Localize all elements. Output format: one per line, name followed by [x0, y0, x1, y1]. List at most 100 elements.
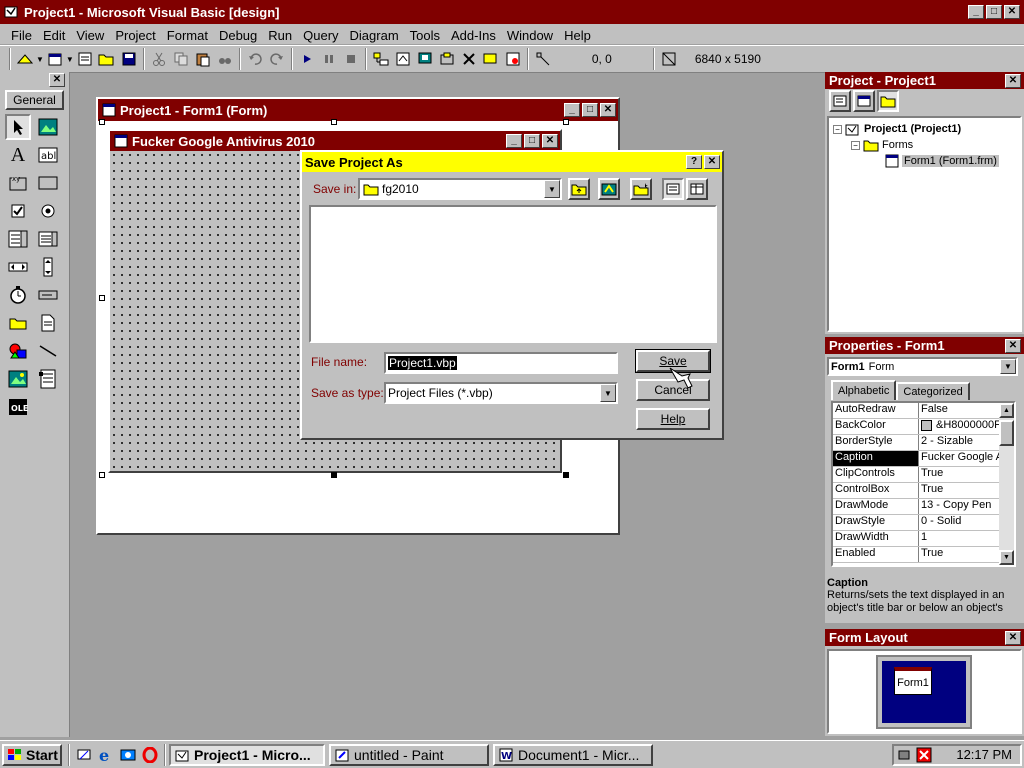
- hscrollbar-tool-icon[interactable]: [5, 254, 31, 280]
- undo-icon[interactable]: [244, 48, 266, 70]
- property-row-drawwidth[interactable]: DrawWidth 1: [833, 531, 1001, 547]
- app-minimize-button[interactable]: _: [968, 5, 984, 19]
- property-row-drawstyle[interactable]: DrawStyle 0 - Solid: [833, 515, 1001, 531]
- properties-scrollbar[interactable]: ▲ ▼: [999, 403, 1014, 565]
- optionbutton-tool-icon[interactable]: [35, 198, 61, 224]
- menu-editor-icon[interactable]: [74, 48, 96, 70]
- redo-icon[interactable]: [266, 48, 288, 70]
- tree-item-forms[interactable]: − Forms: [851, 138, 913, 152]
- menu-edit[interactable]: Edit: [38, 28, 71, 43]
- menu-run[interactable]: Run: [263, 28, 298, 43]
- image-tool-icon[interactable]: [5, 366, 31, 392]
- sizing-handle-top-right[interactable]: [563, 119, 569, 125]
- scroll-down-icon[interactable]: ▼: [999, 550, 1014, 565]
- tree-forms-collapse-icon[interactable]: −: [851, 140, 860, 150]
- tab-alphabetic[interactable]: Alphabetic: [831, 380, 897, 400]
- property-value[interactable]: Fucker Google A: [919, 451, 1001, 466]
- create-new-folder-icon[interactable]: [630, 178, 652, 200]
- sizing-handle-middle-left[interactable]: [99, 295, 105, 301]
- combobox-tool-icon[interactable]: [5, 226, 31, 252]
- internet-explorer-icon[interactable]: e: [95, 744, 117, 766]
- paste-icon[interactable]: [192, 48, 214, 70]
- app-maximize-button[interactable]: □: [986, 5, 1002, 19]
- view-object-icon[interactable]: [853, 90, 875, 112]
- tray-antivirus-icon[interactable]: [916, 747, 932, 763]
- menu-tools[interactable]: Tools: [405, 28, 446, 43]
- app-close-button[interactable]: ✕: [1004, 5, 1020, 19]
- tray-network-icon[interactable]: [898, 748, 914, 762]
- save-dialog-title-bar[interactable]: Save Project As ? ✕: [302, 152, 722, 172]
- form-designer-maximize-button[interactable]: □: [582, 103, 598, 117]
- label-tool-icon[interactable]: A: [5, 142, 31, 168]
- menu-help[interactable]: Help: [559, 28, 597, 43]
- sizing-handle-top-center[interactable]: [331, 119, 337, 125]
- visual-component-manager-icon[interactable]: [502, 48, 524, 70]
- add-form-dropdown-icon[interactable]: ▼: [66, 55, 74, 64]
- tab-categorized[interactable]: Categorized: [896, 382, 970, 400]
- properties-title-bar[interactable]: Properties - Form1 ✕: [825, 337, 1024, 354]
- property-value[interactable]: 13 - Copy Pen: [919, 499, 1001, 514]
- property-value[interactable]: 0 - Solid: [919, 515, 1001, 530]
- vscrollbar-tool-icon[interactable]: [35, 254, 61, 280]
- menu-format[interactable]: Format: [162, 28, 214, 43]
- property-value[interactable]: True: [919, 467, 1001, 482]
- form-layout-title-bar[interactable]: Form Layout ✕: [825, 629, 1024, 646]
- menu-query[interactable]: Query: [298, 28, 344, 43]
- properties-close-button[interactable]: ✕: [1005, 338, 1021, 353]
- sizing-handle-top-left[interactable]: [99, 119, 105, 125]
- property-row-autoredraw[interactable]: AutoRedraw False: [833, 403, 1001, 419]
- checkbox-tool-icon[interactable]: [5, 198, 31, 224]
- property-row-backcolor[interactable]: BackColor &H8000000F: [833, 419, 1001, 435]
- property-value[interactable]: 2 - Sizable: [919, 435, 1001, 450]
- sizing-handle-bottom-left[interactable]: [99, 472, 105, 478]
- menu-debug[interactable]: Debug: [214, 28, 263, 43]
- shape-tool-icon[interactable]: [5, 338, 31, 364]
- save-in-dropdown-icon[interactable]: ▼: [544, 180, 560, 198]
- menu-diagram[interactable]: Diagram: [345, 28, 405, 43]
- picturebox-tool-icon[interactable]: [35, 114, 61, 140]
- tree-item-form1[interactable]: Form1 (Form1.frm): [885, 154, 999, 168]
- copy-icon[interactable]: [170, 48, 192, 70]
- property-value[interactable]: True: [919, 547, 1001, 562]
- form-designer-minimize-button[interactable]: _: [564, 103, 580, 117]
- save-project-icon[interactable]: [118, 48, 140, 70]
- properties-grid[interactable]: AutoRedraw False BackColor &H8000000F Border…: [831, 401, 1016, 567]
- start-button[interactable]: Start: [2, 743, 62, 766]
- add-form-icon[interactable]: [44, 48, 66, 70]
- form-layout-area[interactable]: Form1: [827, 649, 1022, 734]
- form-designer-close-button[interactable]: ✕: [600, 103, 616, 117]
- start-run-icon[interactable]: [296, 48, 318, 70]
- project-explorer-close-button[interactable]: ✕: [1005, 73, 1021, 88]
- property-value[interactable]: False: [919, 403, 1001, 418]
- data-view-icon[interactable]: [480, 48, 502, 70]
- property-row-borderstyle[interactable]: BorderStyle 2 - Sizable: [833, 435, 1001, 451]
- sizing-handle-bottom-right[interactable]: [563, 472, 569, 478]
- task-paint[interactable]: untitled - Paint: [329, 743, 489, 766]
- property-row-drawmode[interactable]: DrawMode 13 - Copy Pen: [833, 499, 1001, 515]
- ole-tool-icon[interactable]: OLE: [5, 394, 31, 420]
- property-row-controlbox[interactable]: ControlBox True: [833, 483, 1001, 499]
- tray-clock[interactable]: 12:17 PM: [956, 747, 1012, 762]
- property-value[interactable]: 1: [919, 531, 1001, 546]
- menu-view[interactable]: View: [71, 28, 110, 43]
- details-view-icon[interactable]: [686, 178, 708, 200]
- scroll-up-icon[interactable]: ▲: [999, 403, 1014, 418]
- save-in-combobox[interactable]: fg2010 ▼: [358, 178, 562, 200]
- menu-window[interactable]: Window: [502, 28, 559, 43]
- file-list-pane[interactable]: [309, 205, 717, 343]
- property-row-caption[interactable]: Caption Fucker Google A: [833, 451, 1001, 467]
- opera-icon[interactable]: [139, 744, 161, 766]
- data-tool-icon[interactable]: [35, 366, 61, 392]
- open-project-icon[interactable]: [96, 48, 118, 70]
- object-selector[interactable]: Form1 Form ▼: [827, 357, 1018, 376]
- save-as-type-dropdown-icon[interactable]: ▼: [600, 384, 616, 402]
- project-explorer-title-bar[interactable]: Project - Project1 ✕: [825, 72, 1024, 89]
- save-dialog-help-icon[interactable]: ?: [686, 155, 702, 169]
- tree-collapse-icon[interactable]: −: [833, 124, 842, 134]
- toolbox-icon[interactable]: [458, 48, 480, 70]
- toolbar-grip[interactable]: [9, 48, 11, 70]
- toolbox-close-button[interactable]: ✕: [49, 73, 65, 87]
- menu-file[interactable]: File: [6, 28, 38, 43]
- dirlistbox-tool-icon[interactable]: [5, 310, 31, 336]
- listbox-tool-icon[interactable]: [35, 226, 61, 252]
